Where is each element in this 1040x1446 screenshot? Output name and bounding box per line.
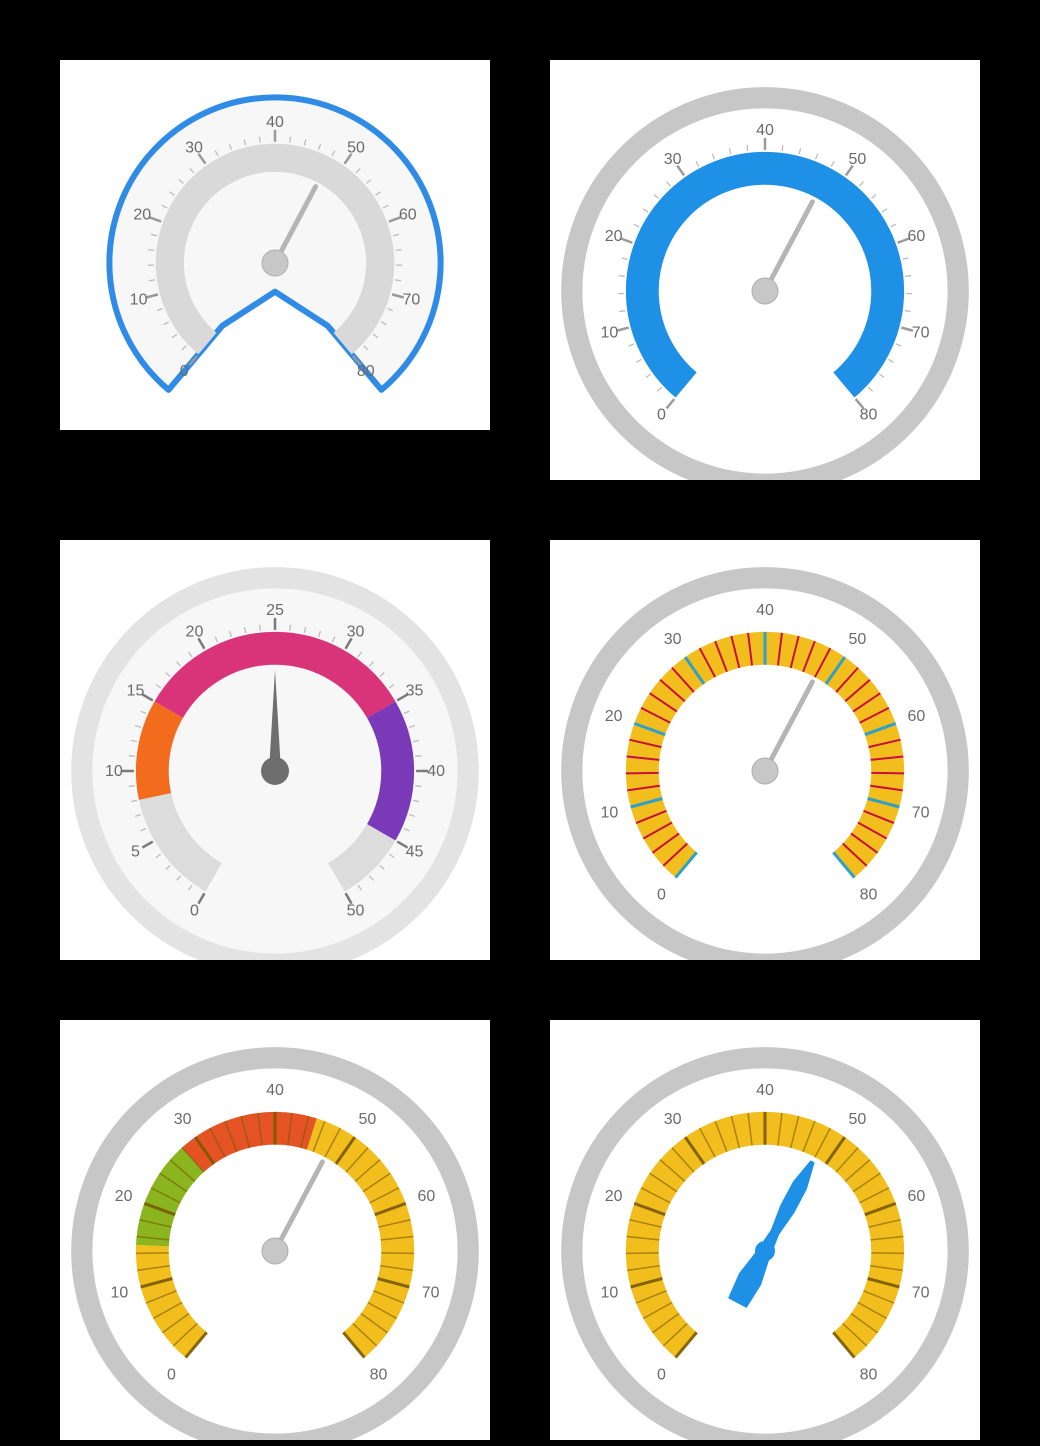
gauge-card-3: 0 5 10 15 20 25 30 35 40 45 50 [60, 540, 490, 960]
gauge-card-4: 0 10 20 30 40 50 60 70 80 [550, 540, 980, 960]
tick-label: 40 [756, 602, 774, 619]
tick-label: 10 [130, 291, 148, 308]
gauge-card-2: 0 10 20 30 40 50 60 70 80 [550, 60, 980, 480]
tick-label: 20 [115, 1188, 133, 1205]
tick-label: 30 [185, 139, 203, 156]
tick-label: 20 [605, 708, 623, 725]
tick-label: 70 [912, 1285, 930, 1302]
tick-label: 60 [907, 1188, 925, 1205]
tick-label: 40 [266, 114, 284, 131]
tick-label: 50 [849, 151, 867, 168]
tick-label: 50 [347, 903, 365, 920]
tick-label: 30 [347, 623, 365, 640]
tick-label: 80 [860, 886, 878, 903]
tick-label: 50 [347, 139, 365, 156]
tick-label: 40 [756, 122, 774, 139]
tick-label: 45 [406, 844, 424, 861]
tick-label: 0 [657, 406, 666, 423]
tick-label: 0 [657, 1366, 666, 1383]
tick-label: 40 [427, 763, 445, 780]
tick-label: 70 [422, 1285, 440, 1302]
tick-label: 5 [131, 844, 140, 861]
tick-label: 20 [605, 1188, 623, 1205]
gauge-grid: 0 10 20 30 40 50 60 70 80 0 10 20 30 40 50 60 70 80 0 5 10… [0, 0, 1040, 1446]
tick-label: 40 [266, 1082, 284, 1099]
tick-label: 50 [849, 631, 867, 648]
tick-label: 30 [664, 1111, 682, 1128]
tick-label: 30 [664, 631, 682, 648]
tick-label: 60 [907, 708, 925, 725]
tick-label: 60 [907, 228, 925, 245]
tick-label: 25 [266, 602, 284, 619]
tick-label: 35 [406, 682, 424, 699]
tick-label: 50 [849, 1111, 867, 1128]
tick-label: 0 [167, 1366, 176, 1383]
gauge-card-5: 0 10 20 30 40 50 60 70 80 [60, 1020, 490, 1440]
tick-label: 60 [399, 206, 417, 223]
tick-label: 10 [600, 325, 618, 342]
tick-label: 0 [180, 363, 189, 380]
tick-label: 70 [912, 805, 930, 822]
gauge-card-6: 0 10 20 30 40 50 60 70 80 [550, 1020, 980, 1440]
tick-label: 30 [664, 151, 682, 168]
tick-label: 20 [186, 623, 204, 640]
tick-label: 10 [110, 1285, 128, 1302]
tick-label: 60 [417, 1188, 435, 1205]
tick-label: 0 [657, 886, 666, 903]
tick-label: 20 [605, 228, 623, 245]
tick-label: 10 [600, 1285, 618, 1302]
tick-label: 30 [174, 1111, 192, 1128]
tick-label: 50 [359, 1111, 377, 1128]
tick-label: 10 [600, 805, 618, 822]
tick-label: 10 [105, 763, 123, 780]
tick-label: 20 [133, 206, 151, 223]
tick-label: 70 [403, 291, 421, 308]
tick-label: 80 [370, 1366, 388, 1383]
gauge-card-1: 0 10 20 30 40 50 60 70 80 [60, 60, 490, 430]
tick-label: 80 [860, 406, 878, 423]
tick-label: 40 [756, 1082, 774, 1099]
tick-label: 0 [190, 903, 199, 920]
tick-label: 70 [912, 325, 930, 342]
gauge-gallery: 0 10 20 30 40 50 60 70 80 0 10 20 30 40 50 60 70 80 0 5 10… [0, 0, 1040, 1446]
tick-label: 80 [860, 1366, 878, 1383]
tick-label: 15 [127, 682, 145, 699]
tick-label: 80 [357, 363, 375, 380]
